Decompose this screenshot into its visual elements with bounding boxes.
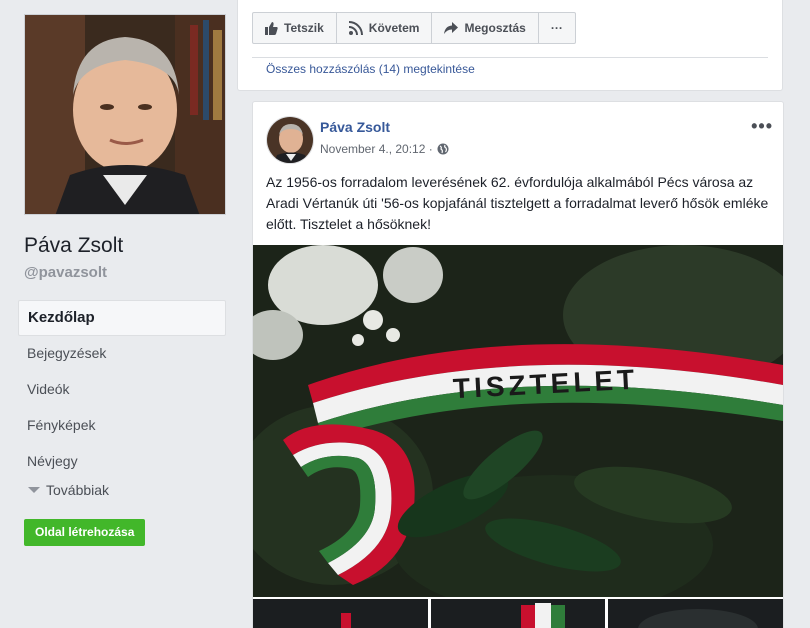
sidebar-item-nevjegy[interactable]: Névjegy xyxy=(18,444,226,480)
thumbnail-image xyxy=(638,609,759,628)
share-arrow-icon xyxy=(444,22,459,34)
sidebar-item-bejegyzesek[interactable]: Bejegyzések xyxy=(18,336,226,372)
share-label: Megosztás xyxy=(464,21,526,35)
post-menu-button[interactable]: ••• xyxy=(751,116,773,137)
post-text: Az 1956-os forradalom leverésének 62. év… xyxy=(266,174,769,232)
sidebar-item-videok[interactable]: Videók xyxy=(18,372,226,408)
photo-thumbnail[interactable] xyxy=(430,599,606,628)
more-icon: ··· xyxy=(550,21,563,35)
post-image[interactable]: TISZTELET xyxy=(253,245,783,597)
sidebar-item-kezdolap[interactable]: Kezdőlap xyxy=(18,300,226,336)
photo-thumbnail[interactable] xyxy=(608,599,784,628)
sidebar-nav: Kezdőlap Bejegyzések Videók Fényképek Né… xyxy=(18,300,226,480)
view-all-comments-link[interactable]: Összes hozzászólás (14) megtekintése xyxy=(266,62,475,76)
page-title[interactable]: Páva Zsolt xyxy=(24,234,123,258)
right-gutter xyxy=(784,0,810,628)
post-actions-bar: Tetszik Követem Megosztás ··· xyxy=(252,12,576,44)
follow-label: Követem xyxy=(368,21,420,35)
rss-icon xyxy=(348,21,363,35)
like-label: Tetszik xyxy=(284,21,324,35)
sidebar-item-fenykepek[interactable]: Fényképek xyxy=(18,408,226,444)
left-sidebar: Páva Zsolt @pavazsolt Kezdőlap Bejegyzés… xyxy=(0,0,238,628)
post-author[interactable]: Páva Zsolt xyxy=(320,119,390,135)
thumbs-up-icon xyxy=(265,21,278,35)
globe-icon[interactable] xyxy=(437,143,449,155)
follow-button[interactable]: Követem xyxy=(337,13,433,43)
photo-thumbnail[interactable] xyxy=(253,599,428,628)
thumbnail-image xyxy=(341,613,351,628)
avatar[interactable] xyxy=(266,116,314,164)
chevron-down-icon xyxy=(28,487,40,493)
share-button[interactable]: Megosztás xyxy=(432,13,539,43)
more-label: Továbbiak xyxy=(46,482,110,498)
more-link[interactable]: Továbbiak xyxy=(28,482,109,498)
create-page-button[interactable]: Oldal létrehozása xyxy=(24,519,146,546)
previous-post-card: Tetszik Követem Megosztás ··· Összes hoz… xyxy=(237,0,783,91)
wreath-photo: TISZTELET xyxy=(253,245,783,597)
thumbnail-image xyxy=(520,603,565,628)
post-meta: November 4., 20:12 · xyxy=(320,142,449,156)
profile-photo[interactable] xyxy=(24,14,226,215)
divider xyxy=(252,57,768,58)
post-timestamp[interactable]: November 4., 20:12 · xyxy=(320,142,433,156)
like-button[interactable]: Tetszik xyxy=(253,13,337,43)
post-card: Páva Zsolt November 4., 20:12 · ••• Az 1… xyxy=(252,101,784,628)
more-options-button[interactable]: ··· xyxy=(539,13,575,43)
photo-thumbnails xyxy=(253,599,784,628)
profile-photo-image xyxy=(25,15,225,214)
avatar-image xyxy=(267,117,313,163)
page-handle: @pavazsolt xyxy=(24,264,107,281)
